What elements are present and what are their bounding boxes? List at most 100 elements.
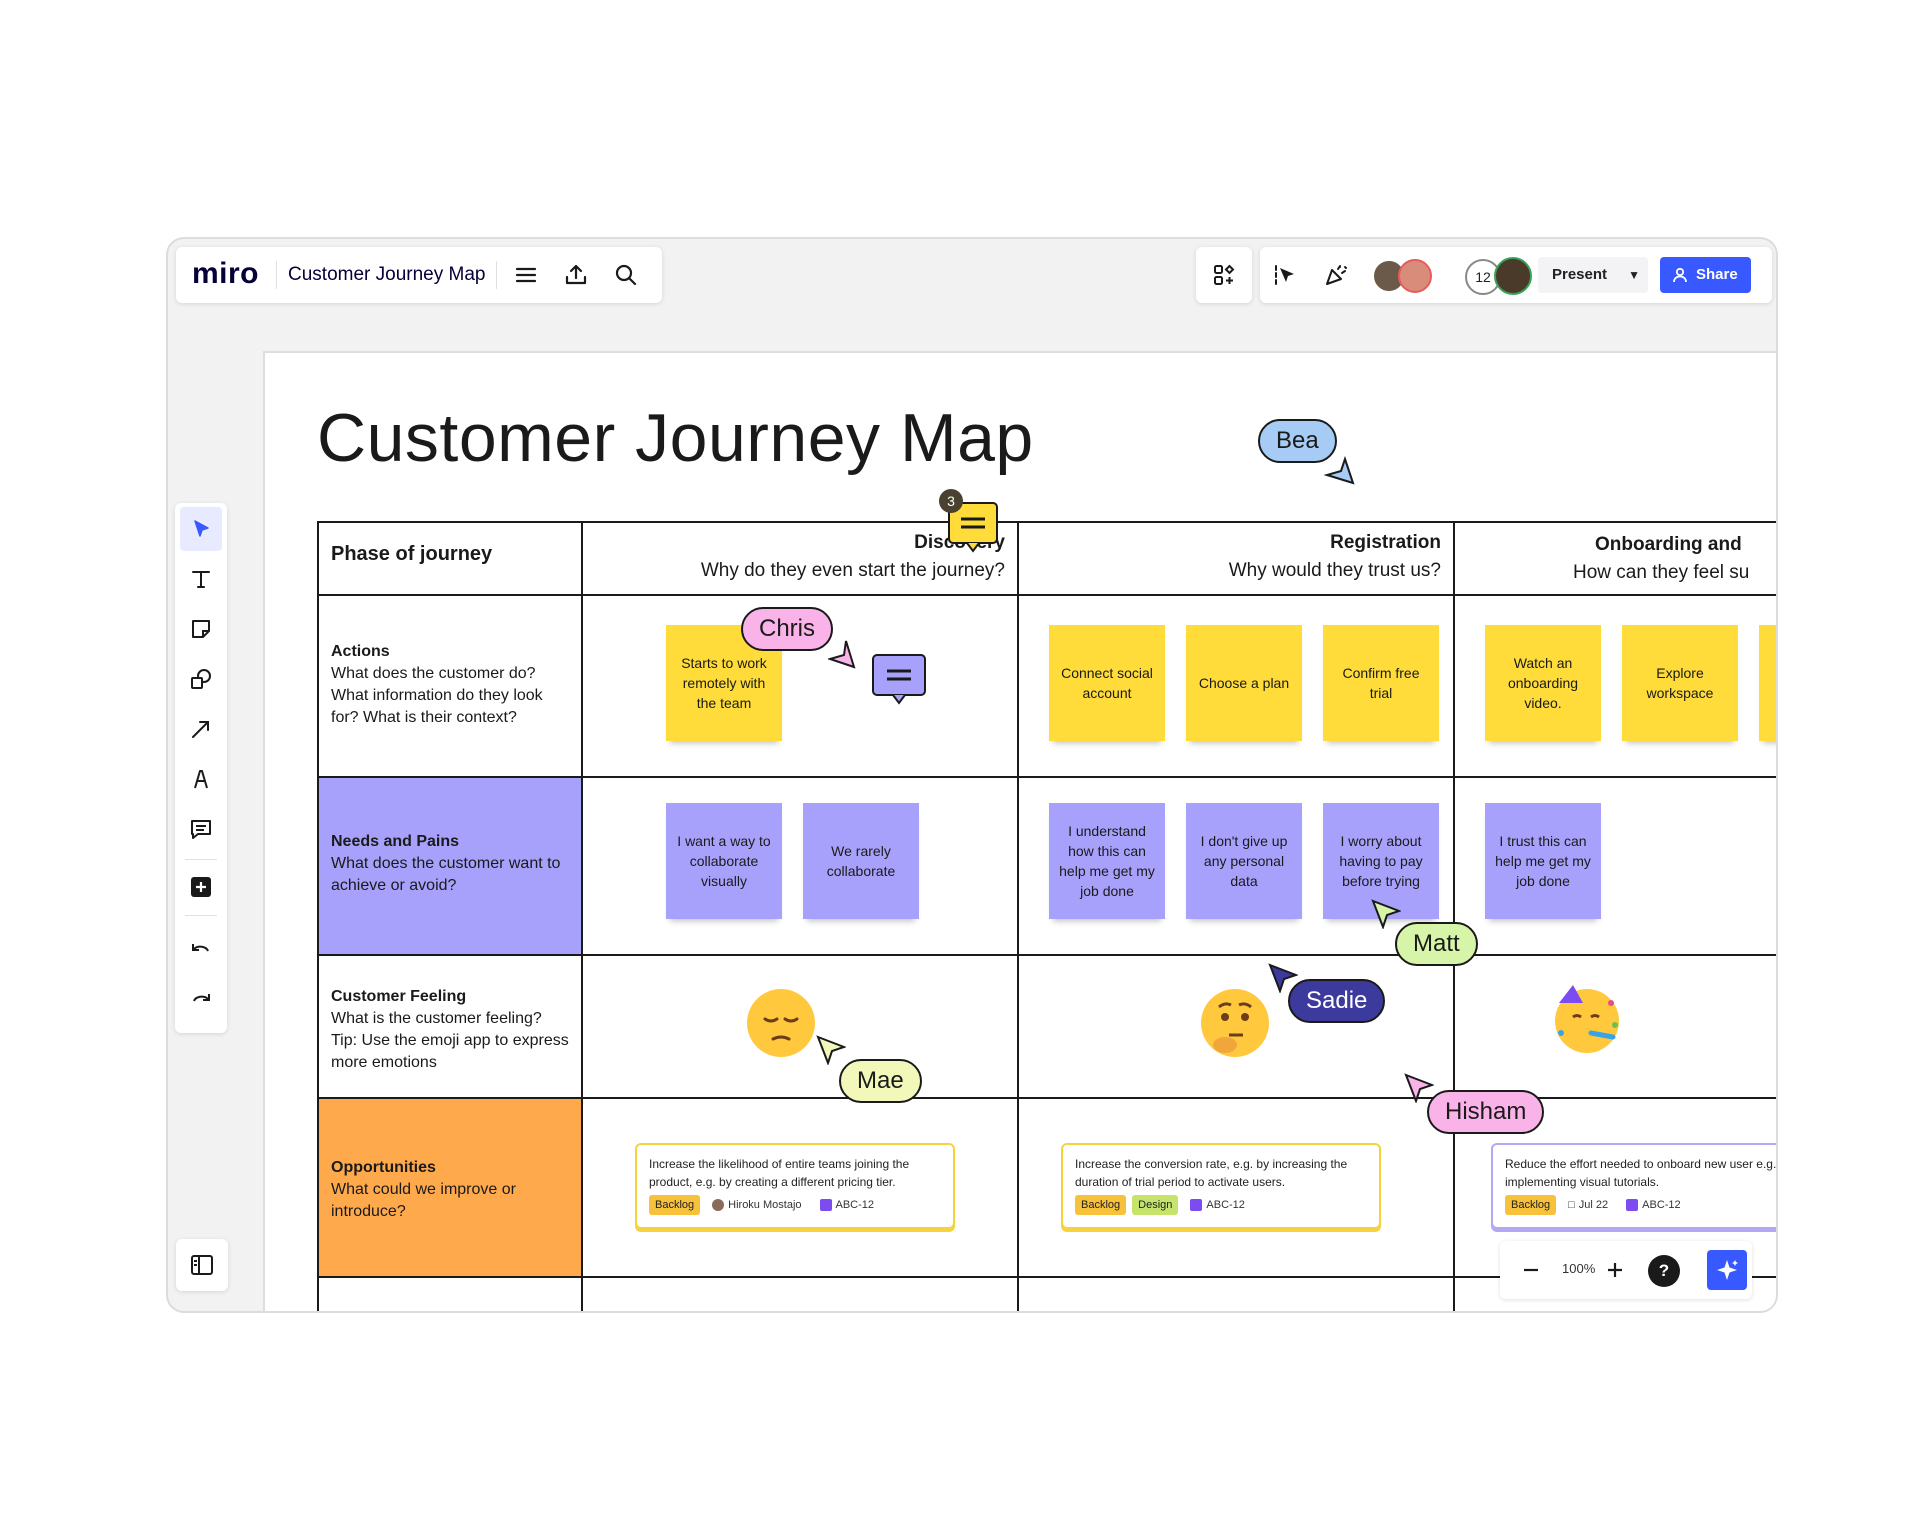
sticky-note[interactable]: Choose a plan [1186, 625, 1302, 741]
sticky-note[interactable]: We rarely collaborate [803, 803, 919, 919]
sticky-note[interactable]: Explore workspace [1622, 625, 1738, 741]
sparkle-icon [1717, 1260, 1738, 1280]
avatar[interactable] [1494, 257, 1532, 295]
board-title[interactable]: Customer Journey Map [317, 399, 1034, 477]
menu-icon[interactable] [512, 261, 540, 289]
phase-registration: Registration Why would they trust us? [1029, 529, 1441, 585]
text-tool[interactable] [175, 557, 227, 601]
sticky-note[interactable]: I want a way to collaborate visually [666, 803, 782, 919]
row-needs-pains: Needs and Pains What does the customer w… [331, 831, 571, 897]
opportunity-card[interactable]: Increase the conversion rate, e.g. by in… [1061, 1143, 1381, 1229]
card-tags: Backlog Hiroku Mostajo ABC-12 [649, 1195, 880, 1215]
zoom-level[interactable]: 100% [1562, 1261, 1595, 1276]
card-tags: Backlog Design ABC-12 [1075, 1195, 1251, 1215]
creation-toolbar [175, 503, 227, 1033]
pensive-face-icon[interactable] [745, 987, 817, 1059]
status-badge[interactable]: Backlog [1505, 1195, 1557, 1215]
board-name[interactable]: Customer Journey Map [288, 264, 485, 286]
celebrate-icon[interactable] [1322, 261, 1350, 289]
status-badge[interactable]: Backlog [649, 1195, 701, 1215]
select-tool[interactable] [180, 507, 222, 551]
issue-link[interactable]: ABC-12 [1620, 1195, 1687, 1215]
assignee-name: Hiroku Mostajo [728, 1199, 802, 1211]
sticky-note[interactable]: Watch an onboarding video. [1485, 625, 1601, 741]
avatar [712, 1199, 725, 1211]
phase-discovery: Discovery Why do they even start the jou… [593, 529, 1005, 585]
sticky-note[interactable]: Connect social account [1049, 625, 1165, 741]
cursor-label-matt: Matt [1395, 922, 1478, 966]
sticky-note[interactable]: Confirm free trial [1323, 625, 1439, 741]
comment-thread[interactable]: 3 [939, 489, 1001, 553]
issue-link[interactable]: ABC-12 [814, 1195, 881, 1215]
comment-icon [191, 820, 211, 839]
card-tags: Backlog □ Jul 22 ABC-12 [1505, 1195, 1687, 1215]
grid-line [581, 521, 583, 1311]
undo-button[interactable] [175, 927, 227, 971]
sticky-note[interactable]: I don't give up any personal data [1186, 803, 1302, 919]
sticky-note[interactable] [1759, 625, 1776, 741]
grid-line [317, 954, 1776, 956]
chevron-down-icon[interactable]: ▼ [1628, 257, 1640, 293]
pen-tool[interactable] [175, 757, 227, 801]
divider [185, 915, 217, 916]
side-panel-icon [191, 1255, 213, 1275]
follow-cursor-icon[interactable] [1272, 261, 1300, 289]
upload-icon[interactable] [562, 261, 590, 289]
grid-line [317, 594, 1776, 596]
present-button[interactable]: Present ▼ [1538, 257, 1648, 293]
connection-line-tool[interactable] [175, 707, 227, 751]
shapes-tool[interactable] [175, 657, 227, 701]
ai-assist-button[interactable] [1707, 1250, 1747, 1290]
toggle-panel-button[interactable] [176, 1239, 228, 1291]
add-more-tools[interactable] [175, 865, 227, 909]
opportunity-card[interactable]: Reduce the effort needed to onboard new … [1491, 1143, 1776, 1229]
divider [496, 261, 497, 289]
zoom-in-button[interactable] [1604, 1259, 1626, 1281]
divider [276, 261, 277, 289]
phase-question: Why would they trust us? [1228, 560, 1441, 581]
sticky-note[interactable]: I understand how this can help me get my… [1049, 803, 1165, 919]
avatar[interactable] [1398, 259, 1432, 293]
cursor-label-chris: Chris [741, 607, 834, 651]
status-badge[interactable]: Backlog [1075, 1195, 1127, 1215]
cursor-label-hisham: Hisham [1427, 1090, 1545, 1134]
miro-logo[interactable]: miro [192, 257, 259, 291]
cursor-arrow-icon [1404, 1073, 1434, 1103]
row-description: What does the customer do? What informat… [331, 665, 543, 726]
miro-app-window: miro Customer Journey Map 12 Present ▼ S… [166, 237, 1778, 1313]
sticky-note[interactable]: I trust this can help me get my job done [1485, 803, 1601, 919]
thinking-face-icon[interactable] [1199, 987, 1271, 1059]
row-description: What is the customer feeling? Tip: Use t… [331, 1010, 569, 1071]
redo-button[interactable] [175, 977, 227, 1021]
collaboration-bar: 12 Present ▼ Share [1260, 247, 1772, 303]
calendar-icon: □ [1568, 1199, 1575, 1211]
date-text: Jul 22 [1578, 1199, 1609, 1211]
text-icon [192, 571, 210, 588]
row-opportunities: Opportunities What could we improve or i… [331, 1157, 571, 1223]
issue-link[interactable]: ABC-12 [1184, 1195, 1251, 1215]
minus-icon [1524, 1268, 1538, 1272]
row-title: Opportunities [331, 1159, 436, 1176]
assignee[interactable]: Hiroku Mostajo [706, 1195, 807, 1215]
status-badge[interactable]: Design [1132, 1195, 1179, 1215]
sticky-note-tool[interactable] [175, 607, 227, 651]
row-customer-feeling: Customer Feeling What is the customer fe… [331, 986, 571, 1074]
zoom-out-button[interactable] [1520, 1259, 1542, 1281]
board-menu-bar: miro Customer Journey Map [176, 247, 662, 303]
comment-icon[interactable] [869, 651, 929, 707]
search-icon[interactable] [612, 261, 640, 289]
apps-icon[interactable] [1210, 261, 1238, 289]
partying-face-icon[interactable] [1551, 983, 1623, 1055]
phase-onboarding: Onboarding and How can they feel su [1465, 531, 1776, 587]
due-date[interactable]: □ Jul 22 [1562, 1195, 1614, 1215]
share-button[interactable]: Share [1660, 257, 1751, 293]
jira-icon [1626, 1199, 1639, 1211]
opportunity-card[interactable]: Increase the likelihood of entire teams … [635, 1143, 955, 1229]
card-text: Increase the conversion rate, e.g. by in… [1075, 1157, 1348, 1189]
board-canvas[interactable]: Customer Journey Map Phase of journey Di… [263, 351, 1776, 1311]
comment-tool[interactable] [175, 807, 227, 851]
undo-icon [192, 944, 209, 952]
help-button[interactable]: ? [1648, 1255, 1680, 1287]
row-description: What could we improve or introduce? [331, 1181, 516, 1220]
card-text: Increase the likelihood of entire teams … [649, 1157, 910, 1189]
